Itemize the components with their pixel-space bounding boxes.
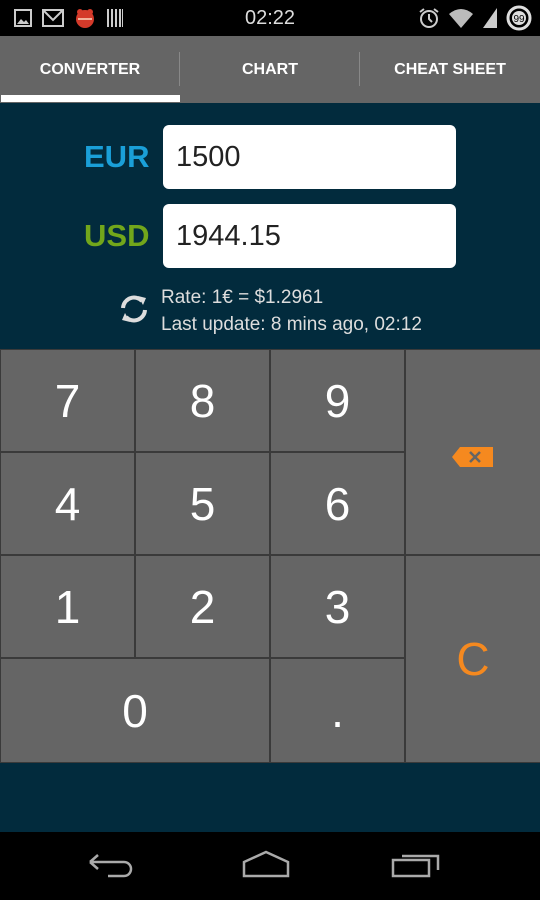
navigation-bar bbox=[0, 832, 540, 900]
key-2[interactable]: 2 bbox=[136, 556, 269, 657]
signal-icon bbox=[482, 7, 498, 34]
tab-converter[interactable]: CONVERTER bbox=[0, 36, 180, 103]
clear-button[interactable]: C bbox=[406, 556, 540, 762]
key-7[interactable]: 7 bbox=[1, 350, 134, 451]
to-amount-input[interactable]: 1944.15 bbox=[163, 204, 456, 268]
back-icon[interactable] bbox=[86, 850, 136, 885]
tab-cheat-sheet[interactable]: CHEAT SHEET bbox=[360, 36, 540, 103]
key-8[interactable]: 8 bbox=[136, 350, 269, 451]
refresh-icon[interactable] bbox=[117, 292, 151, 331]
tab-label: CHEAT SHEET bbox=[394, 61, 506, 78]
wifi-icon bbox=[448, 7, 474, 34]
key-1[interactable]: 1 bbox=[1, 556, 134, 657]
key-3[interactable]: 3 bbox=[271, 556, 404, 657]
rate-text: Rate: 1€ = $1.2961 bbox=[161, 287, 324, 308]
svg-text:99: 99 bbox=[513, 14, 525, 25]
active-tab-indicator bbox=[1, 95, 180, 102]
to-currency-label[interactable]: USD bbox=[84, 218, 154, 254]
from-amount-input[interactable]: 1500 bbox=[163, 125, 456, 189]
recents-icon[interactable] bbox=[390, 850, 446, 885]
battery-icon: 99 bbox=[506, 5, 532, 36]
from-currency-label[interactable]: EUR bbox=[84, 139, 154, 175]
key-4[interactable]: 4 bbox=[1, 453, 134, 554]
keypad: 7 8 9 4 5 6 1 2 3 C 0 . bbox=[0, 349, 540, 763]
key-0[interactable]: 0 bbox=[1, 659, 269, 762]
last-update-text: Last update: 8 mins ago, 02:12 bbox=[161, 314, 422, 335]
key-decimal[interactable]: . bbox=[271, 659, 404, 762]
key-9[interactable]: 9 bbox=[271, 350, 404, 451]
backspace-icon bbox=[452, 425, 494, 479]
rate-info: Rate: 1€ = $1.2961 Last update: 8 mins a… bbox=[117, 284, 422, 338]
tab-bar: CONVERTER CHART CHEAT SHEET bbox=[0, 36, 540, 103]
key-5[interactable]: 5 bbox=[136, 453, 269, 554]
status-bar: 02:22 99 bbox=[0, 0, 540, 36]
key-6[interactable]: 6 bbox=[271, 453, 404, 554]
alarm-icon bbox=[418, 7, 440, 34]
tab-chart[interactable]: CHART bbox=[180, 36, 360, 103]
home-icon[interactable] bbox=[236, 850, 292, 885]
tab-label: CONVERTER bbox=[39, 61, 141, 78]
backspace-button[interactable] bbox=[406, 350, 540, 554]
tab-label: CHART bbox=[242, 61, 298, 78]
